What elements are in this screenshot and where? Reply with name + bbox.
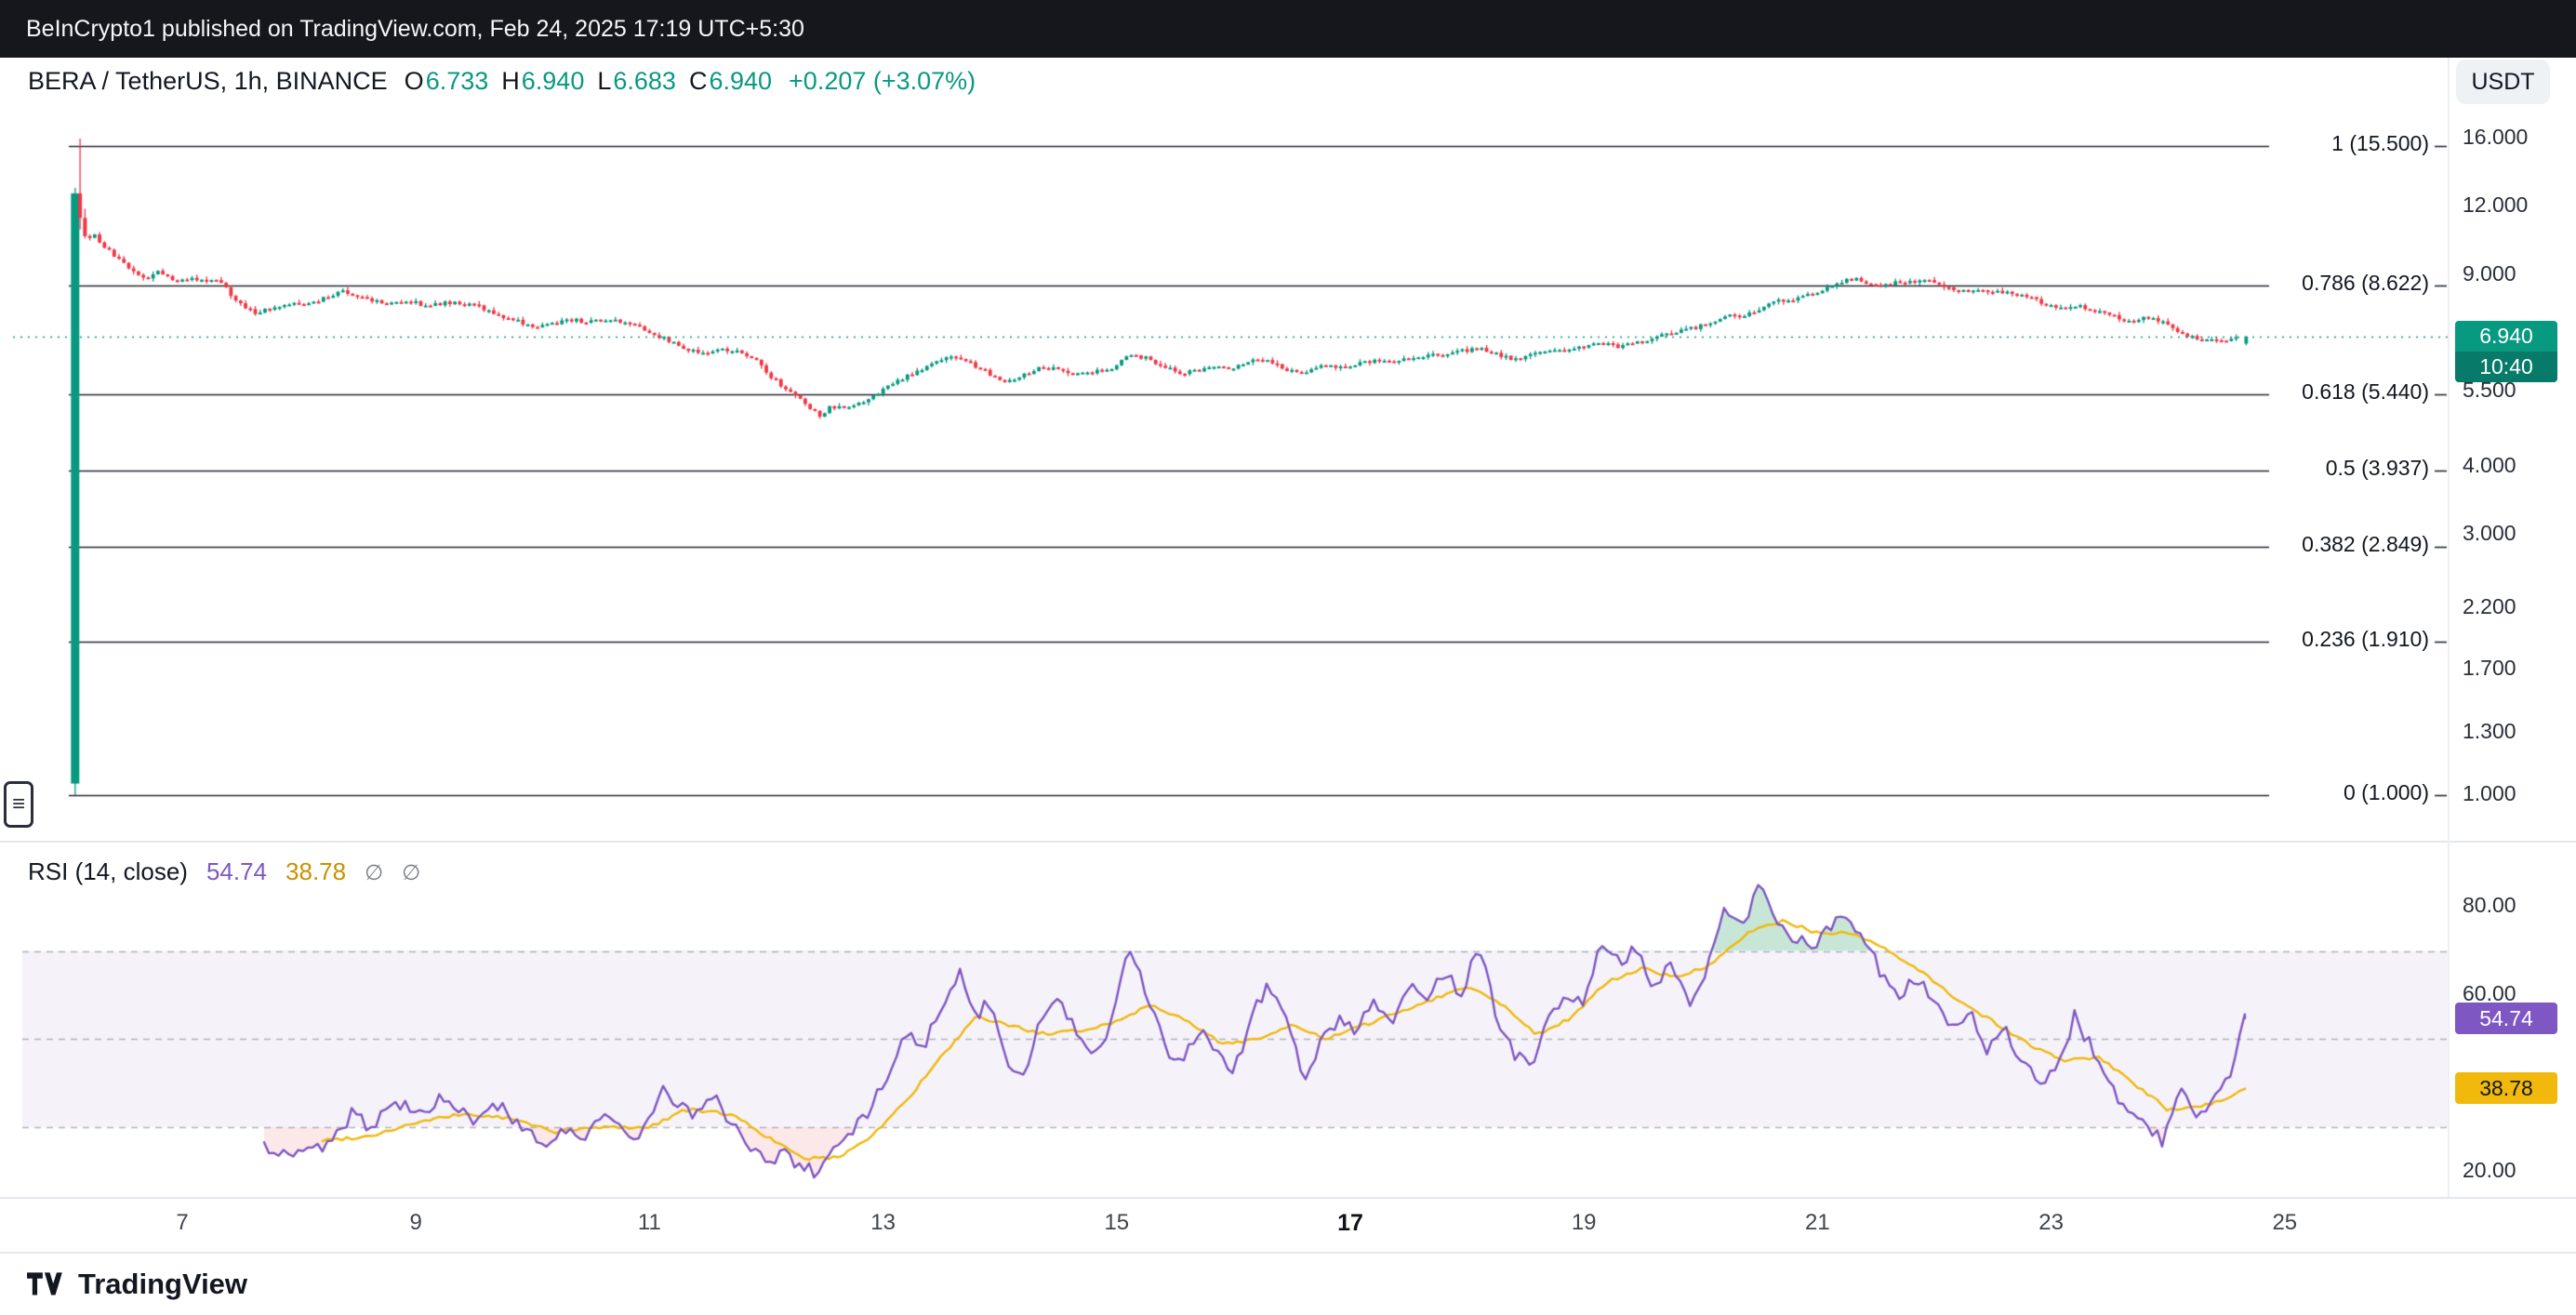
price-scale-label: 1.300 — [2463, 719, 2516, 744]
rsi-scale-label: 20.00 — [2463, 1158, 2516, 1183]
fib-level-label: 0.236 (1.910) — [2302, 627, 2429, 652]
empty-set-symbol: ∅ — [402, 860, 420, 885]
pane-separator[interactable] — [0, 841, 2576, 843]
footer-bar: TradingView — [0, 1252, 2576, 1315]
current-price-value: 6.940 — [2455, 321, 2557, 352]
attribution-text: BeInCrypto1 published on TradingView.com… — [26, 16, 804, 42]
change-value: +0.207 (+3.07%) — [789, 67, 976, 96]
rsi-legend-ma-value: 38.78 — [285, 857, 346, 886]
price-scale-label: 2.200 — [2463, 594, 2516, 619]
chart-canvas[interactable] — [0, 0, 2576, 1315]
current-price-badge: 6.940 10:40 — [2455, 321, 2557, 382]
price-scale-label: 4.000 — [2463, 453, 2516, 478]
rsi-indicator-title[interactable]: RSI (14, close) — [28, 857, 188, 886]
close-label: C — [689, 67, 708, 96]
symbol-title[interactable]: BERA / TetherUS, 1h, BINANCE — [28, 67, 388, 96]
open-value: 6.733 — [426, 67, 489, 96]
price-scale-label: 1.700 — [2463, 656, 2516, 681]
close-value: 6.940 — [709, 67, 772, 96]
empty-set-symbol: ∅ — [365, 860, 383, 885]
fib-drawing-handle-icon[interactable]: ≡ — [4, 781, 33, 828]
price-scale-label: 16.000 — [2463, 125, 2528, 150]
rsi-legend: RSI (14, close) 54.74 38.78 ∅ ∅ — [28, 857, 420, 886]
fib-level-label: 0.618 (5.440) — [2302, 379, 2429, 405]
time-axis-label: 13 — [870, 1210, 896, 1236]
price-scale-label: 1.000 — [2463, 781, 2516, 806]
price-scale-label: 3.000 — [2463, 521, 2516, 546]
time-axis-label: 23 — [2038, 1210, 2064, 1236]
time-axis-label: 19 — [1572, 1210, 1597, 1236]
time-axis-label: 21 — [1805, 1210, 1830, 1236]
attribution-bar: BeInCrypto1 published on TradingView.com… — [0, 0, 2576, 58]
fib-level-label: 0.786 (8.622) — [2302, 271, 2429, 296]
price-scale[interactable]: 6.940 10:40 54.74 38.78 16.000 12.000 9.00… — [2448, 58, 2576, 1197]
price-scale-label: 12.000 — [2463, 193, 2528, 218]
tradingview-brand-link[interactable]: TradingView — [78, 1268, 247, 1301]
fib-level-label: 0.5 (3.937) — [2326, 456, 2429, 481]
high-value: 6.940 — [522, 67, 585, 96]
ohlc-readout: O6.733 H6.940 L6.683 C6.940 — [405, 67, 772, 96]
fib-level-label: 1 (15.500) — [2331, 131, 2429, 156]
time-axis-separator — [0, 1197, 2576, 1199]
rsi-scale-label: 80.00 — [2463, 893, 2516, 918]
time-axis-label: 15 — [1104, 1210, 1129, 1236]
time-axis-label: 7 — [176, 1210, 188, 1236]
open-label: O — [405, 67, 424, 96]
rsi-value-badge: 54.74 — [2455, 1003, 2557, 1034]
bar-countdown: 10:40 — [2455, 352, 2557, 382]
time-axis-label: 17 — [1337, 1210, 1363, 1237]
time-axis-label: 9 — [410, 1210, 422, 1236]
tradingview-logo-icon[interactable] — [26, 1269, 65, 1299]
rsi-ma-value-badge: 38.78 — [2455, 1072, 2557, 1104]
tradingview-published-chart: { "attribution": { "text": "BeInCrypto1 … — [0, 0, 2576, 1315]
symbol-legend: BERA / TetherUS, 1h, BINANCE O6.733 H6.9… — [28, 67, 976, 96]
fib-level-label: 0 (1.000) — [2344, 780, 2429, 805]
time-axis-label: 25 — [2272, 1210, 2297, 1236]
high-label: H — [501, 67, 520, 96]
low-label: L — [597, 67, 611, 96]
low-value: 6.683 — [613, 67, 676, 96]
fib-level-label: 0.382 (2.849) — [2302, 532, 2429, 557]
rsi-legend-value: 54.74 — [206, 857, 267, 886]
currency-toggle-button[interactable]: USDT — [2456, 60, 2550, 104]
time-axis-label: 11 — [638, 1210, 661, 1236]
price-scale-label: 9.000 — [2463, 261, 2516, 286]
